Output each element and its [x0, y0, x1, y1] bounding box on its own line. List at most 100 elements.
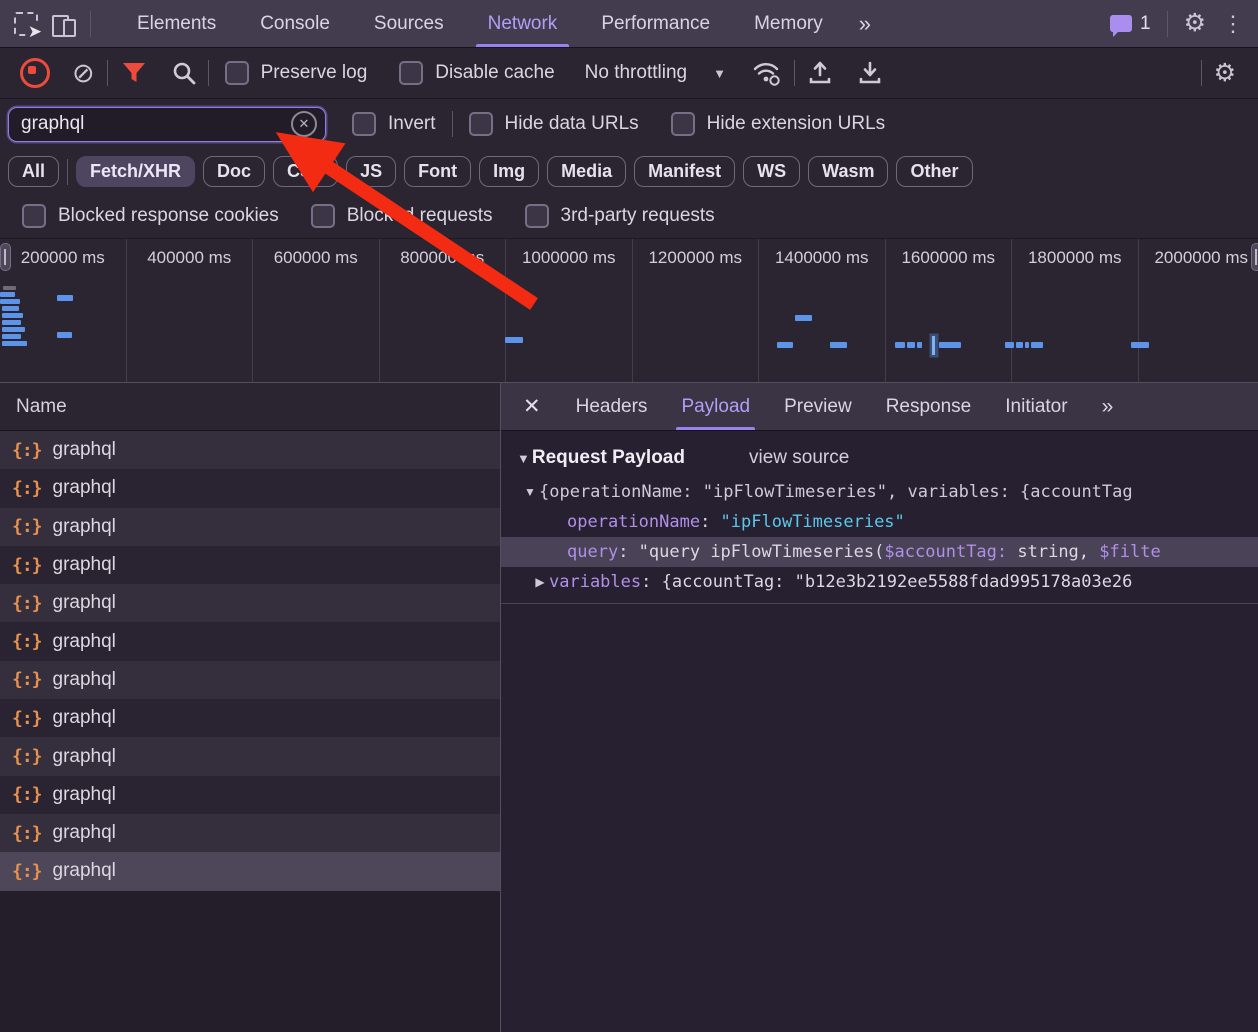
invert-checkbox[interactable]: Invert — [352, 112, 436, 136]
checkbox-box[interactable] — [22, 204, 46, 228]
clear-filter-icon[interactable]: ✕ — [291, 111, 317, 137]
tab-performance[interactable]: Performance — [579, 0, 732, 47]
chip-fetch-xhr[interactable]: Fetch/XHR — [76, 156, 195, 187]
chip-js[interactable]: JS — [346, 156, 396, 187]
request-row[interactable]: {:}graphql — [0, 508, 500, 546]
checkbox-box[interactable] — [671, 112, 695, 136]
waterfall-request-mark[interactable] — [2, 306, 19, 311]
checkbox-box[interactable] — [225, 61, 249, 85]
waterfall-request-mark[interactable] — [830, 342, 847, 348]
details-tab-headers[interactable]: Headers — [559, 383, 665, 430]
chip-doc[interactable]: Doc — [203, 156, 265, 187]
inspect-element-icon[interactable]: ➤ — [14, 12, 38, 36]
waterfall-request-mark[interactable] — [0, 299, 20, 304]
clear-network-log-icon[interactable]: ⊘ — [72, 60, 95, 87]
waterfall-request-mark[interactable] — [505, 337, 523, 343]
request-row[interactable]: {:}graphql — [0, 737, 500, 775]
request-row[interactable]: {:}graphql — [0, 699, 500, 737]
hide-extension-urls-checkbox[interactable]: Hide extension URLs — [671, 112, 885, 136]
chip-img[interactable]: Img — [479, 156, 539, 187]
waterfall-request-mark[interactable] — [1131, 342, 1149, 348]
waterfall-request-mark[interactable] — [2, 327, 25, 332]
kebab-menu-icon[interactable]: ⋮ — [1222, 13, 1244, 35]
tab-network[interactable]: Network — [466, 0, 580, 47]
checkbox-box[interactable] — [469, 112, 493, 136]
waterfall-request-mark[interactable] — [917, 342, 922, 348]
checkbox-box[interactable] — [525, 204, 549, 228]
waterfall-request-mark[interactable] — [2, 341, 27, 346]
chip-all[interactable]: All — [8, 156, 59, 187]
request-row[interactable]: {:}graphql — [0, 622, 500, 660]
device-toolbar-icon[interactable] — [52, 12, 76, 36]
request-row[interactable]: {:}graphql — [0, 776, 500, 814]
checkbox-box[interactable] — [311, 204, 335, 228]
network-settings-gear-icon[interactable]: ⚙ — [1214, 61, 1236, 86]
view-source-link[interactable]: view source — [749, 447, 849, 469]
settings-gear-icon[interactable]: ⚙ — [1184, 11, 1206, 36]
chip-media[interactable]: Media — [547, 156, 626, 187]
chip-font[interactable]: Font — [404, 156, 471, 187]
chip-wasm[interactable]: Wasm — [808, 156, 888, 187]
request-row[interactable]: {:}graphql — [0, 814, 500, 852]
waterfall-request-mark[interactable] — [3, 286, 16, 290]
throttling-dropdown[interactable]: No throttling ▼ — [585, 62, 726, 84]
waterfall-selected-indicator[interactable] — [929, 333, 939, 358]
request-row[interactable]: {:}graphql — [0, 546, 500, 584]
request-row[interactable]: {:}graphql — [0, 661, 500, 699]
filter-funnel-icon[interactable] — [122, 62, 146, 84]
details-tab-payload[interactable]: Payload — [664, 383, 767, 430]
waterfall-request-mark[interactable] — [2, 313, 23, 318]
checkbox-box[interactable] — [399, 61, 423, 85]
tab-console[interactable]: Console — [238, 0, 352, 47]
collapse-icon[interactable]: ▼ — [521, 477, 539, 507]
tab-elements[interactable]: Elements — [115, 0, 238, 47]
checkbox-blocked-response-cookies[interactable]: Blocked response cookies — [22, 204, 279, 228]
name-column-header[interactable]: Name — [0, 383, 500, 431]
search-icon[interactable] — [172, 61, 196, 85]
preserve-log-checkbox[interactable]: Preserve log — [225, 61, 368, 85]
details-more-tabs-button[interactable]: » — [1085, 383, 1133, 430]
chip-manifest[interactable]: Manifest — [634, 156, 735, 187]
waterfall-request-mark[interactable] — [907, 342, 915, 348]
network-conditions-icon[interactable] — [752, 60, 782, 86]
section-collapse-icon[interactable]: ▼ — [517, 451, 530, 466]
waterfall-request-mark[interactable] — [57, 332, 72, 338]
expand-icon[interactable]: ▶ — [531, 567, 549, 597]
network-overview-timeline[interactable]: 200000 ms400000 ms600000 ms800000 ms1000… — [0, 239, 1258, 383]
checkbox-box[interactable] — [352, 112, 376, 136]
payload-line[interactable]: ▶variables: {accountTag: "b12e3b2192ee55… — [501, 567, 1258, 597]
checkbox-blocked-requests[interactable]: Blocked requests — [311, 204, 493, 228]
waterfall-request-mark[interactable] — [2, 334, 21, 339]
request-row[interactable]: {:}graphql — [0, 469, 500, 507]
chip-ws[interactable]: WS — [743, 156, 800, 187]
waterfall-request-mark[interactable] — [1025, 342, 1029, 348]
chip-css[interactable]: CSS — [273, 156, 338, 187]
tab-memory[interactable]: Memory — [732, 0, 845, 47]
request-row[interactable]: {:}graphql — [0, 584, 500, 622]
waterfall-request-mark[interactable] — [777, 342, 793, 348]
payload-line[interactable]: operationName: "ipFlowTimeseries" — [501, 507, 1258, 537]
checkbox-3rd-party-requests[interactable]: 3rd-party requests — [525, 204, 715, 228]
tab-sources[interactable]: Sources — [352, 0, 466, 47]
overview-right-handle[interactable] — [1251, 243, 1258, 271]
waterfall-request-mark[interactable] — [1005, 342, 1014, 348]
waterfall-request-mark[interactable] — [0, 292, 15, 297]
details-tab-initiator[interactable]: Initiator — [988, 383, 1084, 430]
waterfall-request-mark[interactable] — [1031, 342, 1043, 348]
more-tabs-button[interactable]: » — [845, 11, 887, 37]
export-har-icon[interactable] — [857, 60, 883, 86]
chip-other[interactable]: Other — [896, 156, 972, 187]
waterfall-request-mark[interactable] — [57, 295, 73, 301]
console-drawer-messages[interactable]: 1 — [1110, 13, 1151, 35]
hide-data-urls-checkbox[interactable]: Hide data URLs — [469, 112, 639, 136]
import-har-icon[interactable] — [807, 60, 833, 86]
waterfall-request-mark[interactable] — [1016, 342, 1023, 348]
overview-left-handle[interactable] — [0, 243, 11, 271]
waterfall-request-mark[interactable] — [795, 315, 812, 321]
payload-line[interactable]: query: "query ipFlowTimeseries($accountT… — [501, 537, 1258, 567]
request-row[interactable]: {:}graphql — [0, 431, 500, 469]
details-tab-preview[interactable]: Preview — [767, 383, 869, 430]
details-tab-response[interactable]: Response — [869, 383, 989, 430]
filter-input[interactable] — [21, 113, 291, 135]
payload-line[interactable]: ▼{operationName: "ipFlowTimeseries", var… — [501, 477, 1258, 507]
